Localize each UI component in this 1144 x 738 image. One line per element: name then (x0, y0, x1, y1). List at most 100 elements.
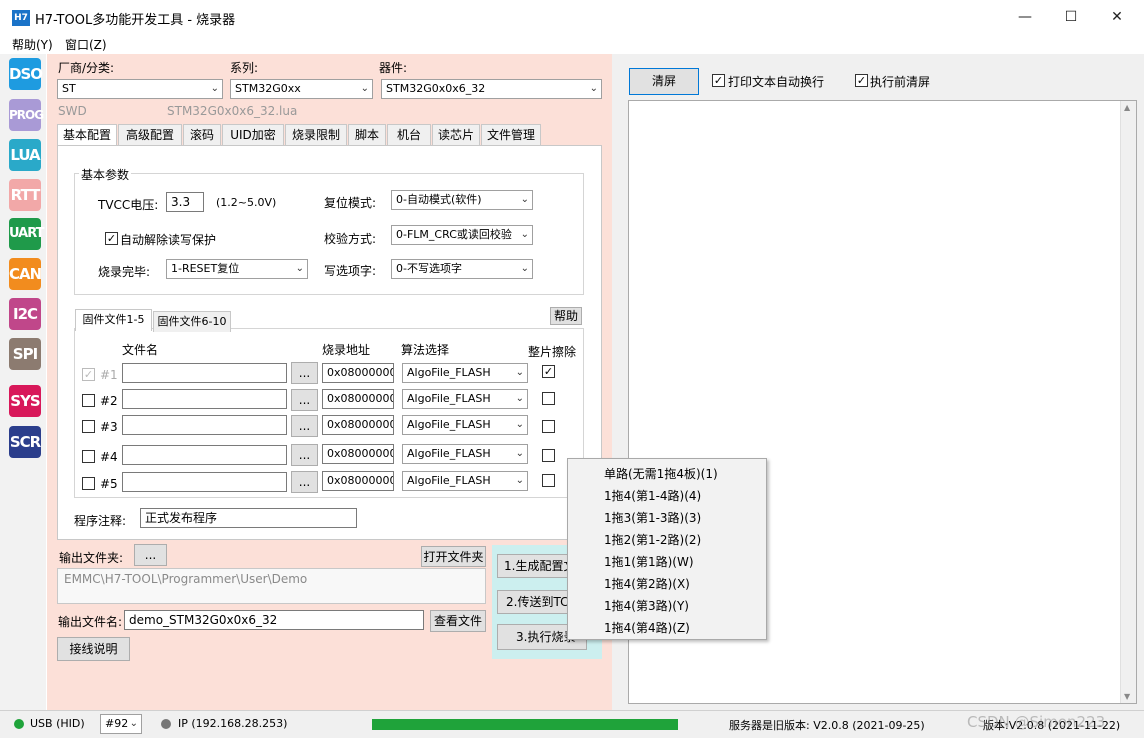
device-select[interactable]: STM32G0x0x6_32 ⌄ (381, 79, 602, 99)
firmware-file-input[interactable] (122, 363, 287, 383)
row-enable-checkbox[interactable] (82, 477, 95, 490)
tool-rtt-button[interactable]: RTT (9, 179, 41, 211)
auto-unprotect-label: 自动解除读写保护 (120, 233, 217, 247)
menu-item-1to2[interactable]: 1拖2(第1-2路)(2) (604, 531, 701, 548)
clear-before-checkbox[interactable]: ✓ (855, 74, 868, 87)
menu-item-single[interactable]: 单路(无需1拖4板)(1) (604, 465, 718, 482)
tab-advanced[interactable]: 高级配置 (118, 124, 182, 145)
server-version: 服务器是旧版本: V2.0.8 (2021-09-25) (729, 719, 925, 732)
erase-checkbox[interactable] (542, 449, 555, 462)
chevron-down-icon: ⌄ (129, 718, 138, 729)
menu-item-ch3[interactable]: 1拖4(第3路)(Y) (604, 597, 689, 614)
tab-firmware-6-10[interactable]: 固件文件6-10 (153, 311, 231, 332)
address-input[interactable]: 0x08000000 (322, 444, 394, 464)
log-scrollbar[interactable]: ▲ ▼ (1120, 101, 1136, 703)
output-folder-path[interactable]: EMMC\H7-TOOL\Programmer\User\Demo (57, 568, 486, 604)
tool-prog-button[interactable]: PROG (9, 99, 44, 131)
tool-can-button[interactable]: CAN (9, 258, 42, 290)
reset-mode-select[interactable]: 0-自动模式(软件) ⌄ (391, 190, 533, 210)
browse-file-button[interactable]: ... (291, 471, 318, 493)
browse-file-button[interactable]: ... (291, 362, 318, 384)
tab-script[interactable]: 脚本 (348, 124, 386, 145)
minimize-button[interactable]: — (1002, 4, 1048, 30)
view-file-button[interactable]: 查看文件 (430, 610, 486, 632)
algo-select[interactable]: AlgoFile_FLASH ⌄ (402, 363, 528, 383)
tab-firmware-1-5[interactable]: 固件文件1-5 (75, 309, 152, 331)
col-erase: 整片擦除 (528, 345, 577, 359)
output-filename-input[interactable]: demo_STM32G0x0x6_32 (124, 610, 424, 630)
wiring-button[interactable]: 接线说明 (57, 637, 130, 661)
verify-select[interactable]: 0-FLM_CRC或读回校验 ⌄ (391, 225, 533, 245)
menu-help[interactable]: 帮助(Y) (12, 36, 53, 53)
tool-scr-button[interactable]: SCR (9, 426, 41, 458)
tab-rolling-code[interactable]: 滚码 (183, 124, 221, 145)
browse-file-button[interactable]: ... (291, 389, 318, 411)
tool-spi-button[interactable]: SPI (9, 338, 41, 370)
vendor-select[interactable]: ST ⌄ (57, 79, 223, 99)
channel-popup-menu: 单路(无需1拖4板)(1) 1拖4(第1-4路)(4) 1拖3(第1-3路)(3… (567, 458, 767, 640)
menu-item-ch2[interactable]: 1拖4(第2路)(X) (604, 575, 690, 592)
scroll-up-icon[interactable]: ▲ (1124, 103, 1130, 112)
menu-window[interactable]: 窗口(Z) (65, 36, 107, 53)
tvcc-input[interactable]: 3.3 (166, 192, 204, 212)
tab-read-chip[interactable]: 读芯片 (432, 124, 480, 145)
tab-basic[interactable]: 基本配置 (57, 124, 117, 146)
address-input[interactable]: 0x08000000 (322, 363, 394, 383)
vendor-label: 厂商/分类: (58, 61, 115, 75)
menu-item-1to3[interactable]: 1拖3(第1-3路)(3) (604, 509, 701, 526)
auto-unprotect-checkbox[interactable]: ✓ (105, 232, 118, 245)
tab-limit[interactable]: 烧录限制 (285, 124, 347, 145)
tab-machine[interactable]: 机台 (387, 124, 431, 145)
row-enable-checkbox[interactable] (82, 450, 95, 463)
clear-before-label: 执行前清屏 (870, 75, 931, 89)
browse-file-button[interactable]: ... (291, 415, 318, 437)
tool-i2c-button[interactable]: I2C (9, 298, 41, 330)
window-title: H7-TOOL多功能开发工具 - 烧录器 (35, 13, 236, 28)
erase-checkbox[interactable] (542, 392, 555, 405)
device-label: 器件: (379, 61, 408, 75)
tool-lua-button[interactable]: LUA (9, 139, 41, 171)
tool-uart-button[interactable]: UART (9, 218, 45, 250)
tool-dso-button[interactable]: DSO (9, 58, 43, 90)
firmware-help-button[interactable]: 帮助 (550, 307, 582, 325)
menu-item-1to1[interactable]: 1拖1(第1路)(W) (604, 553, 694, 570)
maximize-button[interactable]: ☐ (1048, 4, 1094, 30)
address-input[interactable]: 0x08000000 (322, 415, 394, 435)
address-input[interactable]: 0x08000000 (322, 471, 394, 491)
device-number-select[interactable]: #92 ⌄ (100, 714, 142, 734)
row-enable-checkbox[interactable] (82, 420, 95, 433)
tab-file-manage[interactable]: 文件管理 (481, 124, 541, 145)
erase-checkbox[interactable]: ✓ (542, 365, 555, 378)
auto-wrap-checkbox[interactable]: ✓ (712, 74, 725, 87)
firmware-file-input[interactable] (122, 472, 287, 492)
erase-checkbox[interactable] (542, 420, 555, 433)
algo-select[interactable]: AlgoFile_FLASH ⌄ (402, 471, 528, 491)
erase-checkbox[interactable] (542, 474, 555, 487)
address-input[interactable]: 0x08000000 (322, 389, 394, 409)
row-enable-checkbox[interactable] (82, 394, 95, 407)
chevron-down-icon: ⌄ (295, 263, 304, 274)
menu-item-1to4-all[interactable]: 1拖4(第1-4路)(4) (604, 487, 701, 504)
series-select[interactable]: STM32G0xx ⌄ (230, 79, 373, 99)
output-folder-browse-button[interactable]: ... (134, 544, 167, 566)
algo-select[interactable]: AlgoFile_FLASH ⌄ (402, 444, 528, 464)
algo-select[interactable]: AlgoFile_FLASH ⌄ (402, 389, 528, 409)
row-enable-checkbox[interactable]: ✓ (82, 368, 95, 381)
tab-uid[interactable]: UID加密 (222, 124, 284, 145)
finish-select[interactable]: 1-RESET复位 ⌄ (166, 259, 308, 279)
scroll-down-icon[interactable]: ▼ (1124, 692, 1130, 701)
tool-sys-button[interactable]: SYS (9, 385, 41, 417)
algo-select[interactable]: AlgoFile_FLASH ⌄ (402, 415, 528, 435)
row-number: #5 (100, 477, 118, 491)
clear-button[interactable]: 清屏 (629, 68, 699, 95)
browse-file-button[interactable]: ... (291, 444, 318, 466)
open-folder-button[interactable]: 打开文件夹 (421, 546, 486, 567)
comment-input[interactable]: 正式发布程序 (140, 508, 357, 528)
menu-item-ch4[interactable]: 1拖4(第4路)(Z) (604, 619, 690, 636)
usb-status: USB (HID) (30, 717, 85, 730)
close-button[interactable]: ✕ (1094, 4, 1140, 30)
firmware-file-input[interactable] (122, 389, 287, 409)
option-select[interactable]: 0-不写选项字 ⌄ (391, 259, 533, 279)
firmware-file-input[interactable] (122, 445, 287, 465)
firmware-file-input[interactable] (122, 415, 287, 435)
